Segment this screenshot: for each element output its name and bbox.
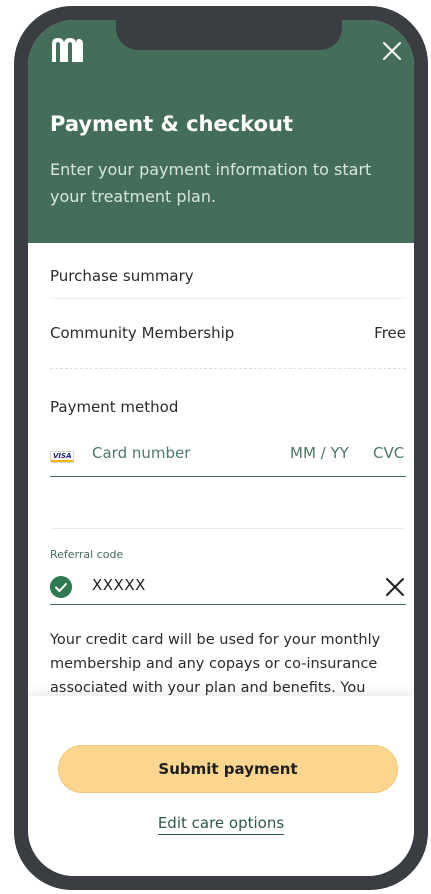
app-screen: Payment & checkout Enter your payment in… (28, 20, 414, 876)
brand-logo-icon (52, 38, 83, 62)
visa-icon-label: VISA (53, 452, 72, 460)
checkout-footer: Submit payment Edit care options (28, 696, 414, 876)
checkout-header: Payment & checkout Enter your payment in… (28, 20, 414, 243)
page-subtitle: Enter your payment information to start … (50, 160, 372, 206)
referral-code-input[interactable]: XXXXX (92, 576, 146, 594)
clear-referral-icon[interactable] (384, 576, 406, 598)
purchase-summary-heading: Purchase summary (50, 267, 194, 285)
cvc-input[interactable]: CVC (373, 444, 404, 462)
edit-care-options-label[interactable]: Edit care options (157, 814, 285, 835)
membership-name: Community Membership (50, 324, 235, 342)
phone-notch (116, 20, 342, 50)
submit-payment-button[interactable]: Submit payment (58, 745, 398, 793)
referral-code-label: Referral code (50, 548, 124, 561)
payment-disclaimer: Your credit card will be used for your m… (50, 632, 381, 696)
expiry-input[interactable]: MM / YY (290, 444, 349, 462)
card-input-field[interactable]: VISA Card number MM / YY CVC (50, 444, 406, 477)
card-number-input[interactable]: Card number (92, 444, 190, 462)
edit-care-options-link[interactable]: Edit care options (28, 814, 414, 835)
check-circle-icon (50, 576, 72, 598)
divider (50, 298, 406, 299)
payment-method-heading: Payment method (50, 398, 179, 416)
divider (50, 528, 406, 529)
page-title: Payment & checkout (50, 112, 293, 136)
visa-icon: VISA (50, 451, 74, 463)
membership-price: Free (374, 324, 406, 342)
dashed-divider (50, 368, 406, 369)
close-icon[interactable] (380, 39, 404, 63)
referral-code-field[interactable]: XXXXX (50, 570, 406, 605)
